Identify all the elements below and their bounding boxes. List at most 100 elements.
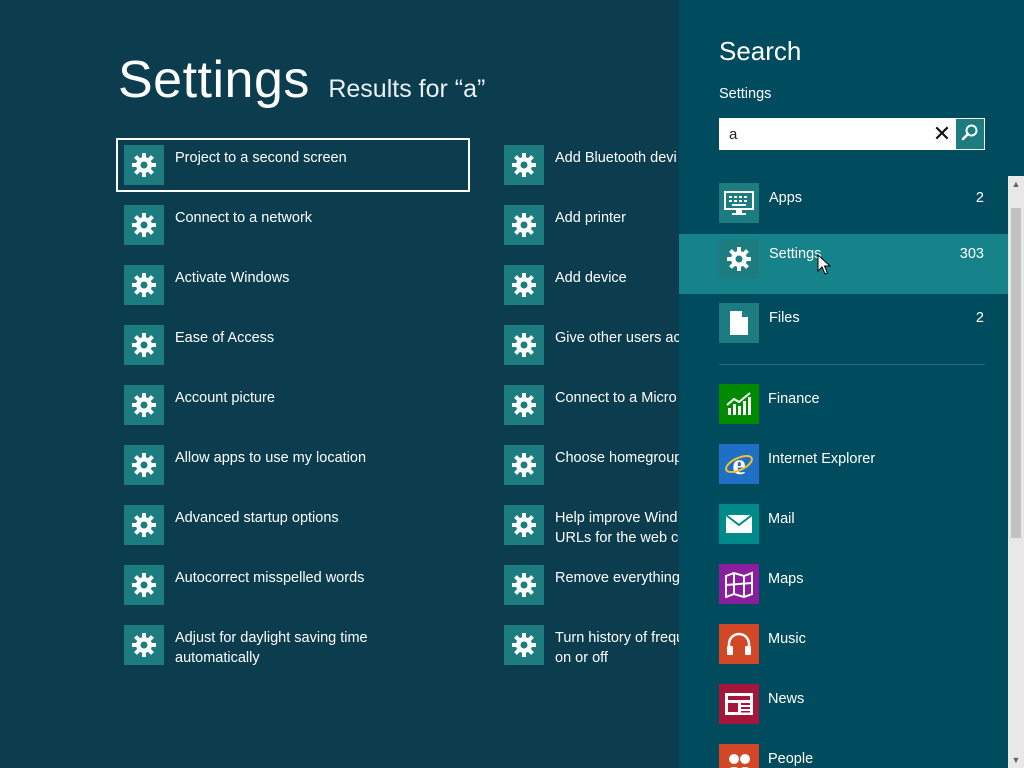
gear-icon bbox=[504, 205, 544, 245]
result-item-add-printer[interactable]: Add printer bbox=[496, 198, 679, 252]
result-item-connect-microsoft[interactable]: Connect to a Micro bbox=[496, 378, 679, 432]
result-label: Account picture bbox=[175, 390, 275, 406]
result-item-help-improve[interactable]: Help improve Wind URLs for the web co bbox=[496, 498, 679, 552]
result-item-allow-location[interactable]: Allow apps to use my location bbox=[116, 438, 470, 492]
result-item-connect-network[interactable]: Connect to a network bbox=[116, 198, 470, 252]
svg-text:e: e bbox=[732, 449, 745, 479]
app-label: Maps bbox=[768, 571, 804, 587]
result-label: Turn history of frequ on or off bbox=[555, 630, 679, 666]
category-count: 2 bbox=[975, 310, 984, 326]
category-apps[interactable]: Apps 2 bbox=[679, 178, 1008, 238]
mail-icon bbox=[719, 504, 759, 544]
gear-icon bbox=[504, 325, 544, 365]
result-label: Connect to a Micro bbox=[555, 390, 677, 406]
search-scope: Settings bbox=[719, 86, 772, 102]
result-label: Adjust for daylight saving time automati… bbox=[175, 630, 368, 666]
results-column-2: Add Bluetooth devi Add printer Add devic… bbox=[496, 138, 679, 678]
result-item-add-bluetooth[interactable]: Add Bluetooth devi bbox=[496, 138, 679, 192]
scrollbar-thumb[interactable] bbox=[1011, 208, 1021, 538]
close-icon: ✕ bbox=[932, 121, 952, 146]
app-maps[interactable]: Maps bbox=[719, 561, 999, 621]
gear-icon bbox=[124, 385, 164, 425]
app-people[interactable]: People bbox=[719, 741, 999, 768]
result-item-activate-windows[interactable]: Activate Windows bbox=[116, 258, 470, 312]
app-music[interactable]: Music bbox=[719, 621, 999, 681]
result-label: Advanced startup options bbox=[175, 510, 339, 526]
gear-icon bbox=[124, 565, 164, 605]
result-item-daylight-saving[interactable]: Adjust for daylight saving time automati… bbox=[116, 618, 470, 672]
charm-scrollbar[interactable]: ▲ ▼ bbox=[1008, 176, 1024, 768]
result-label: Allow apps to use my location bbox=[175, 450, 367, 466]
scroll-up-icon[interactable]: ▲ bbox=[1008, 176, 1024, 192]
result-item-ease-of-access[interactable]: Ease of Access bbox=[116, 318, 470, 372]
result-label: Ease of Access bbox=[175, 330, 275, 346]
category-label: Settings bbox=[769, 246, 822, 262]
file-icon bbox=[719, 303, 759, 343]
app-label: Internet Explorer bbox=[768, 451, 876, 467]
music-icon bbox=[719, 624, 759, 664]
result-item-choose-homegroup[interactable]: Choose homegroup bbox=[496, 438, 679, 492]
maps-icon bbox=[719, 564, 759, 604]
app-news[interactable]: News bbox=[719, 681, 999, 741]
result-label: Connect to a network bbox=[175, 210, 313, 226]
app-finance[interactable]: Finance bbox=[719, 381, 999, 441]
gear-icon bbox=[504, 625, 544, 665]
result-label: Add Bluetooth devi bbox=[555, 150, 677, 166]
result-item-remove-everything[interactable]: Remove everything bbox=[496, 558, 679, 612]
category-label: Files bbox=[769, 310, 800, 326]
gear-icon bbox=[124, 205, 164, 245]
result-item-autocorrect[interactable]: Autocorrect misspelled words bbox=[116, 558, 470, 612]
app-label: Music bbox=[768, 631, 806, 647]
people-icon bbox=[719, 744, 759, 768]
gear-icon bbox=[124, 625, 164, 665]
result-item-add-device[interactable]: Add device bbox=[496, 258, 679, 312]
gear-icon bbox=[124, 445, 164, 485]
internet-explorer-icon: e bbox=[719, 444, 759, 484]
clear-search-button[interactable]: ✕ bbox=[928, 119, 956, 149]
result-item-give-users-access[interactable]: Give other users acc bbox=[496, 318, 679, 372]
gear-icon bbox=[719, 239, 759, 279]
result-item-project-second-screen[interactable]: Project to a second screen bbox=[116, 138, 470, 192]
app-mail[interactable]: Mail bbox=[719, 501, 999, 561]
app-label: Mail bbox=[768, 511, 795, 527]
app-internet-explorer[interactable]: e Internet Explorer bbox=[719, 441, 999, 501]
result-label: Choose homegroup bbox=[555, 450, 679, 466]
scroll-down-icon[interactable]: ▼ bbox=[1008, 752, 1024, 768]
category-files[interactable]: Files 2 bbox=[679, 298, 1008, 358]
finance-icon bbox=[719, 384, 759, 424]
category-count: 2 bbox=[975, 190, 984, 206]
gear-icon bbox=[504, 145, 544, 185]
gear-icon bbox=[504, 385, 544, 425]
gear-icon bbox=[504, 565, 544, 605]
section-divider bbox=[719, 364, 985, 365]
category-label: Apps bbox=[769, 190, 803, 206]
search-box: ✕ bbox=[719, 118, 985, 150]
news-icon bbox=[719, 684, 759, 724]
keyboard-icon bbox=[719, 183, 759, 223]
result-label: Autocorrect misspelled words bbox=[175, 570, 365, 586]
gear-icon bbox=[504, 265, 544, 305]
page-heading: Settings Results for “a” bbox=[118, 50, 485, 110]
gear-icon bbox=[124, 505, 164, 545]
result-item-advanced-startup[interactable]: Advanced startup options bbox=[116, 498, 470, 552]
results-subtitle: Results for “a” bbox=[328, 75, 486, 103]
mouse-cursor-icon bbox=[817, 253, 832, 281]
search-input[interactable] bbox=[719, 118, 928, 150]
gear-icon bbox=[124, 265, 164, 305]
app-label: People bbox=[768, 751, 814, 767]
result-label: Help improve Wind URLs for the web co bbox=[555, 510, 679, 546]
gear-icon bbox=[504, 505, 544, 545]
result-label: Project to a second screen bbox=[175, 150, 347, 166]
result-label: Activate Windows bbox=[175, 270, 290, 286]
result-item-turn-history[interactable]: Turn history of frequ on or off bbox=[496, 618, 679, 672]
result-label: Add printer bbox=[555, 210, 626, 226]
search-charm-title: Search bbox=[719, 36, 802, 66]
result-label: Remove everything bbox=[555, 570, 679, 586]
result-label: Give other users acc bbox=[555, 330, 679, 346]
result-item-account-picture[interactable]: Account picture bbox=[116, 378, 470, 432]
results-column-1: Project to a second screen Connect to a … bbox=[116, 138, 470, 678]
category-settings[interactable]: Settings 303 bbox=[679, 234, 1008, 294]
result-label: Add device bbox=[555, 270, 627, 286]
search-button[interactable] bbox=[956, 119, 984, 149]
results-pane: Settings Results for “a” Project to a se… bbox=[0, 0, 679, 768]
